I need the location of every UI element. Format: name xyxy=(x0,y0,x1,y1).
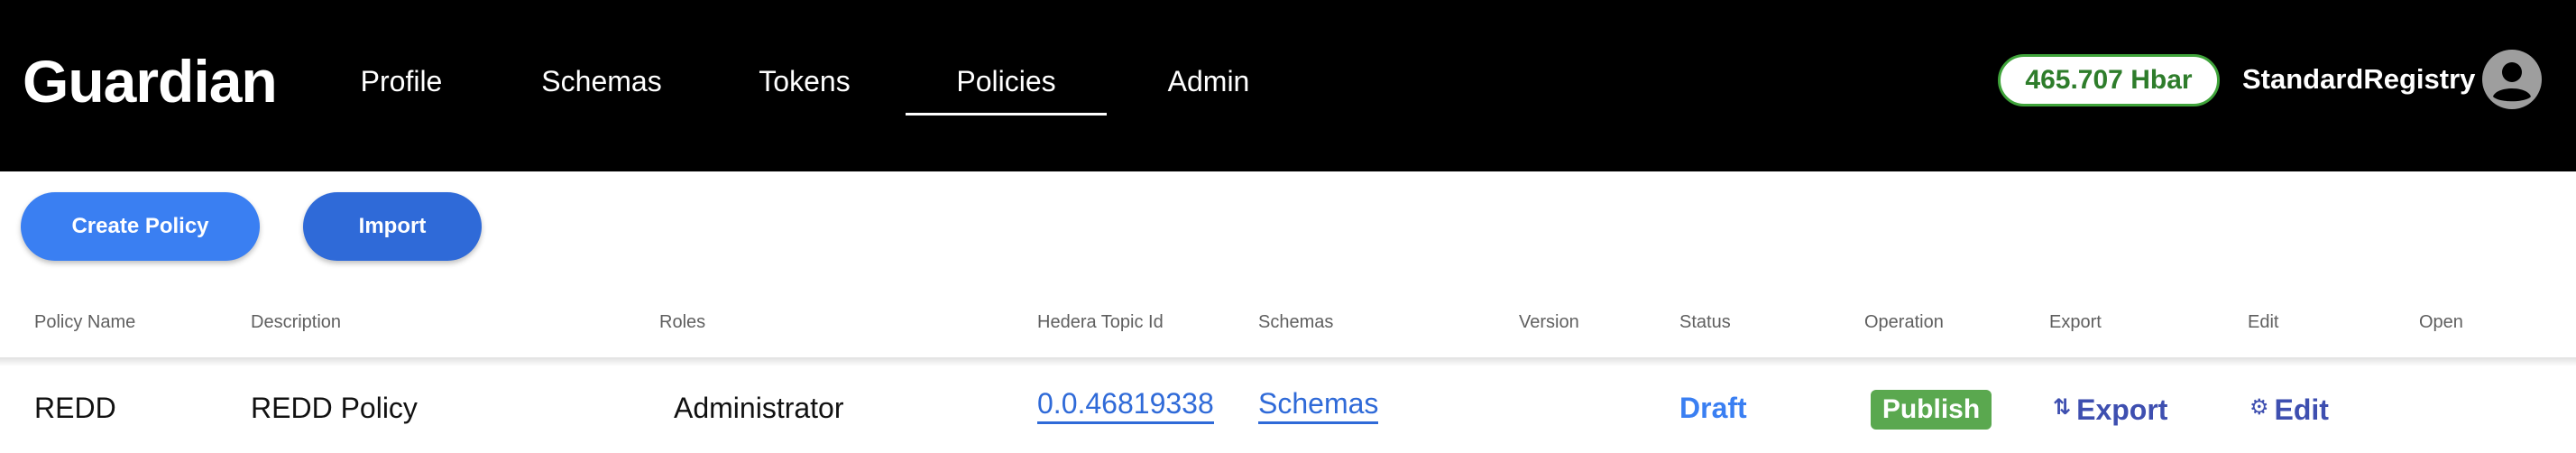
edit-label: Edit xyxy=(2274,393,2329,426)
nav-item-schemas[interactable]: Schemas xyxy=(534,59,669,104)
column-header-policy-name: Policy Name xyxy=(34,312,136,332)
gear-icon: ⚙ xyxy=(2249,395,2269,420)
topic-id-link[interactable]: 0.0.46819338 xyxy=(1037,387,1214,424)
active-tab-indicator xyxy=(906,113,1107,116)
nav-item-policies[interactable]: Policies xyxy=(906,59,1107,104)
top-app-bar: Guardian Profile Schemas Tokens Policies… xyxy=(0,0,2576,171)
export-label: Export xyxy=(2076,393,2168,426)
nav-item-profile[interactable]: Profile xyxy=(347,59,455,104)
publish-button[interactable]: Publish xyxy=(1871,390,1992,430)
username-label[interactable]: StandardRegistry xyxy=(2242,57,2475,102)
header-divider xyxy=(0,357,2576,366)
column-header-status: Status xyxy=(1679,312,1731,332)
account-circle-icon[interactable] xyxy=(2482,50,2542,109)
column-header-roles: Roles xyxy=(659,312,706,332)
edit-button[interactable]: ⚙ Edit xyxy=(2249,388,2329,430)
column-header-operation: Operation xyxy=(1864,312,1944,332)
status-badge: Draft xyxy=(1679,392,1747,424)
nav-item-tokens[interactable]: Tokens xyxy=(749,59,860,104)
column-header-schemas: Schemas xyxy=(1258,312,1334,332)
column-header-description: Description xyxy=(251,312,342,332)
create-policy-button[interactable]: Create Policy xyxy=(21,192,260,261)
hbar-balance-badge: 465.707 Hbar xyxy=(1998,54,2220,106)
column-header-open: Open xyxy=(2419,312,2463,332)
cell-policy-name: REDD xyxy=(34,392,116,424)
column-header-version: Version xyxy=(1519,312,1579,332)
column-header-export: Export xyxy=(2049,312,2102,332)
column-header-topic-id: Hedera Topic Id xyxy=(1037,312,1164,332)
schemas-link[interactable]: Schemas xyxy=(1258,387,1379,424)
export-button[interactable]: ⇅ Export xyxy=(2053,388,2167,430)
import-button[interactable]: Import xyxy=(303,192,482,261)
cell-roles: Administrator xyxy=(674,392,844,424)
swap-vert-icon: ⇅ xyxy=(2053,395,2072,420)
column-header-edit: Edit xyxy=(2248,312,2279,332)
nav-item-admin[interactable]: Admin xyxy=(1155,59,1263,104)
cell-description: REDD Policy xyxy=(251,392,418,424)
app-logo[interactable]: Guardian xyxy=(23,45,278,117)
